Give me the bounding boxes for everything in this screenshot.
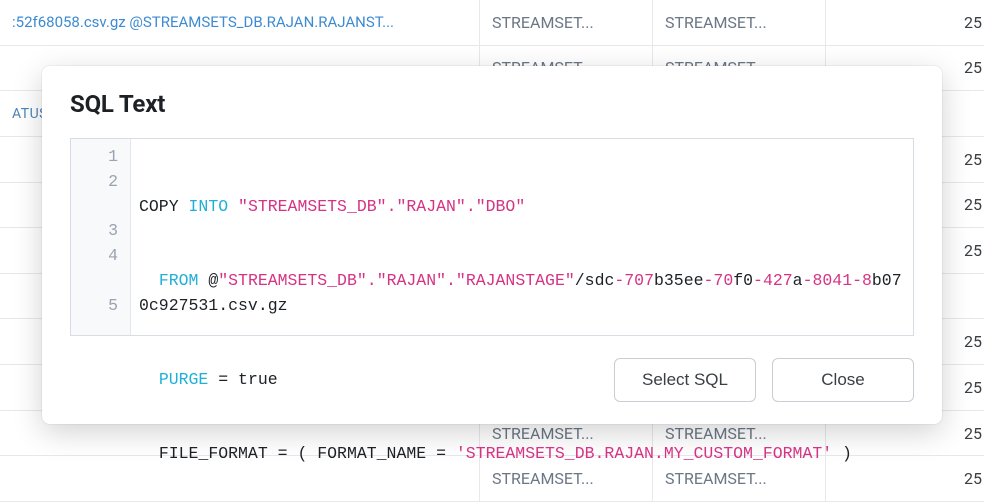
line-number: 1 (71, 145, 122, 170)
table-cell: 25 (962, 183, 984, 228)
table-cell: 25 (962, 46, 984, 91)
sql-text-modal: SQL Text 1 2 3 4 5 COPY INTO "STREAMSETS… (42, 66, 942, 424)
table-row: :52f68058.csv.gz @STREAMSETS_DB.RAJAN.RA… (0, 0, 984, 46)
line-number: 2 (71, 170, 122, 195)
code-line: COPY INTO "STREAMSETS_DB"."RAJAN"."DBO" (139, 195, 903, 220)
line-number: 3 (71, 219, 122, 244)
line-number: 4 (71, 244, 122, 269)
line-number: 5 (71, 294, 122, 319)
sql-code-editor[interactable]: 1 2 3 4 5 COPY INTO "STREAMSETS_DB"."RAJ… (70, 138, 914, 336)
code-line: FILE_FORMAT = ( FORMAT_NAME = 'STREAMSET… (139, 442, 903, 467)
table-cell: 25 (962, 411, 984, 456)
table-cell: 25 (962, 228, 984, 273)
table-cell (826, 0, 962, 45)
table-cell: 25 (962, 0, 984, 45)
file-cell: :52f68058.csv.gz @STREAMSETS_DB.RAJAN.RA… (0, 0, 480, 45)
table-cell (962, 274, 984, 319)
code-line: PURGE = true (139, 368, 903, 393)
editor-gutter: 1 2 3 4 5 (71, 139, 131, 335)
table-cell: 25 (962, 365, 984, 410)
code-line: FROM @"STREAMSETS_DB"."RAJAN"."RAJANSTAG… (139, 269, 903, 319)
modal-title: SQL Text (70, 90, 914, 118)
editor-body[interactable]: COPY INTO "STREAMSETS_DB"."RAJAN"."DBO" … (131, 139, 913, 335)
table-cell: STREAMSET... (480, 0, 653, 45)
table-cell: 25 (962, 456, 984, 501)
table-cell: STREAMSET... (653, 0, 826, 45)
table-cell: 25 (962, 319, 984, 364)
table-cell (962, 91, 984, 136)
table-cell: 25 (962, 137, 984, 182)
